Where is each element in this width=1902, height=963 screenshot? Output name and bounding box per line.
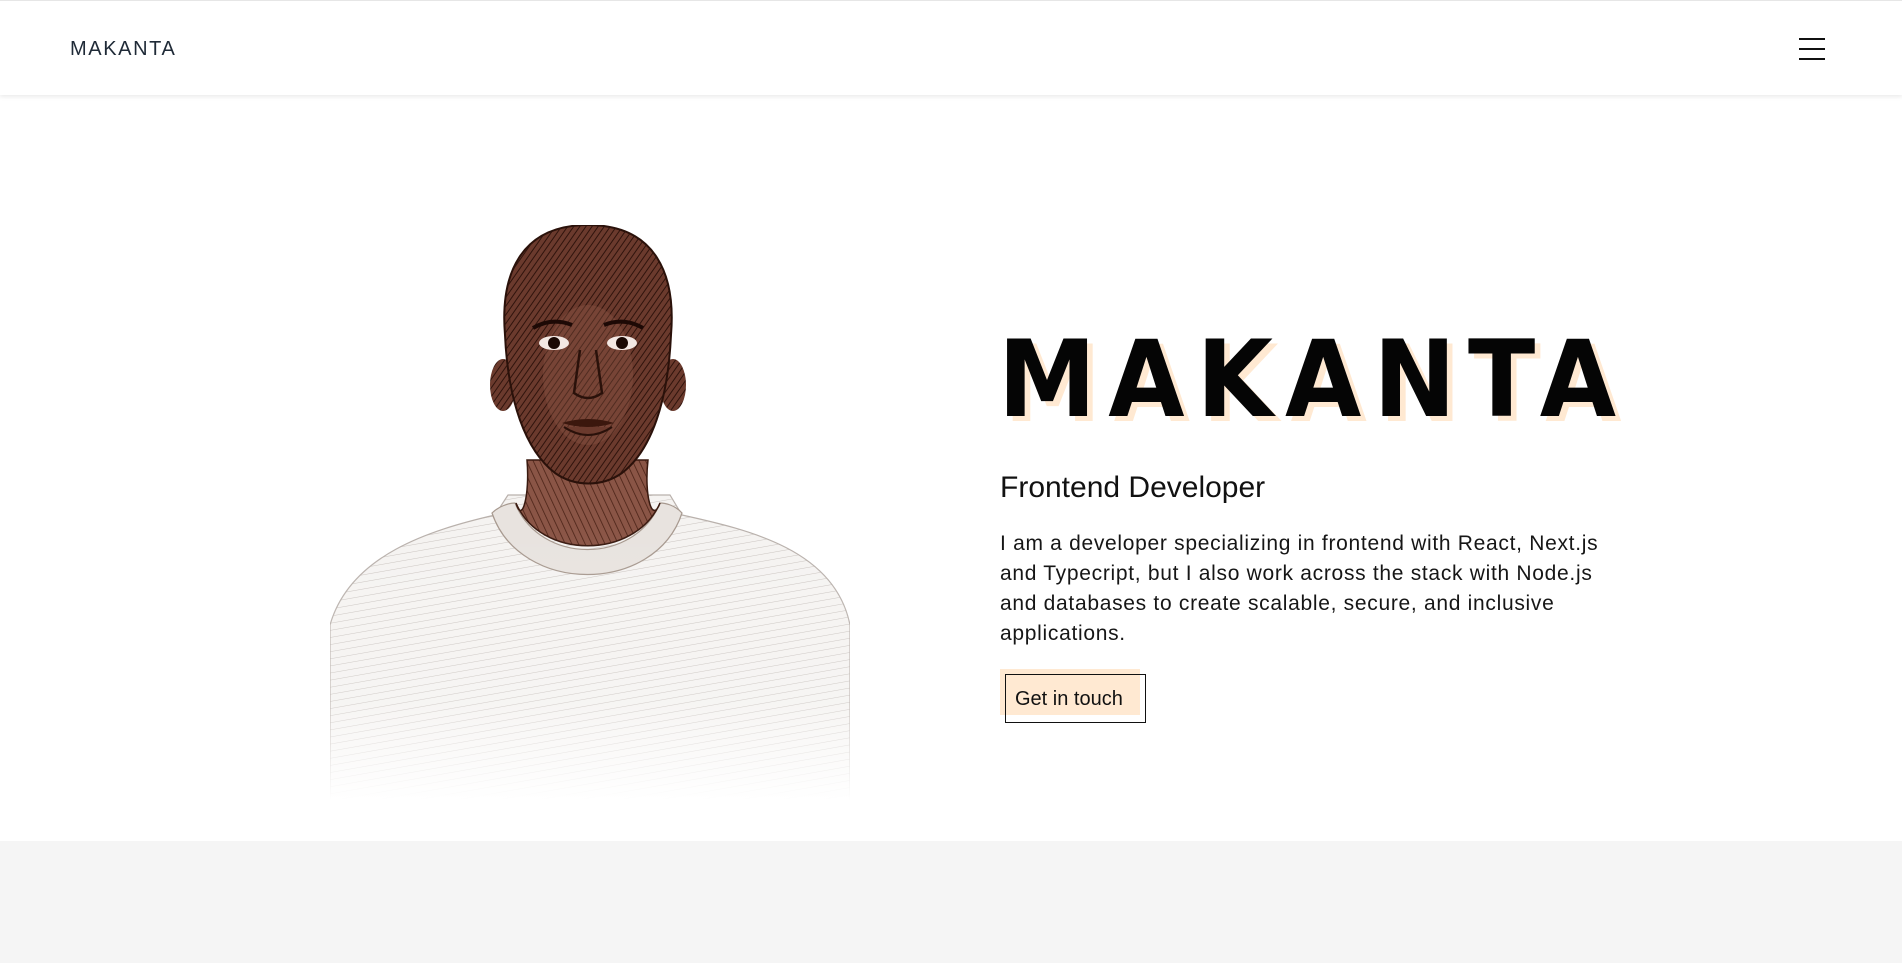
hero-description: I am a developer specializing in fronten… bbox=[1000, 532, 1599, 645]
portrait-illustration bbox=[330, 225, 850, 800]
get-in-touch-button[interactable]: Get in touch bbox=[1005, 674, 1146, 723]
hero-role: Frontend Developer bbox=[1000, 471, 1266, 504]
next-section bbox=[0, 841, 1902, 963]
hero-title: MAKANTA bbox=[998, 318, 1629, 441]
menu-button[interactable] bbox=[1797, 35, 1827, 63]
brand-logo-link[interactable]: MAKANTA bbox=[70, 38, 176, 61]
hero-section: MAKANTA Frontend Developer I am a develo… bbox=[0, 95, 1902, 841]
navbar: MAKANTA bbox=[0, 0, 1902, 95]
